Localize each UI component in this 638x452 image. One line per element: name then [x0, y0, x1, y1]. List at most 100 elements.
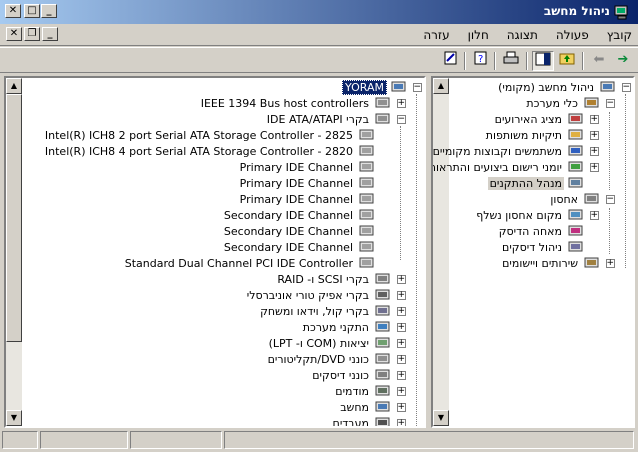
shared-folder-icon	[568, 128, 584, 142]
tree-node[interactable]: + מציג האירועים	[493, 111, 599, 127]
system-device-icon	[375, 320, 391, 334]
menu-item[interactable]: קובץ	[607, 28, 632, 42]
tree-node[interactable]: − אחסון	[548, 191, 615, 207]
scroll-down-arrow-icon[interactable]: ▼	[6, 410, 22, 426]
tree-node[interactable]: + שירותים ויישומים	[500, 255, 615, 271]
tree-node-label: מודמים	[335, 384, 369, 398]
tree-node[interactable]: + התקני מערכת	[301, 319, 406, 335]
toolbar: ➔ ⬅ ?	[0, 47, 638, 73]
tree-node[interactable]: − כלי מערכת	[524, 95, 615, 111]
mdi-close-button[interactable]: ✕	[6, 27, 22, 41]
collapse-icon[interactable]: −	[606, 194, 615, 204]
tree-node[interactable]: − ניהול מחשב (מקומי)	[496, 79, 631, 95]
tree-node[interactable]: + מחשב	[338, 399, 406, 415]
tree-node[interactable]: − YORAM	[342, 79, 422, 95]
tree-node[interactable]: + IEEE 1394 Bus host controllers	[199, 95, 406, 111]
tree-node-label: IEEE 1394 Bus host controllers	[200, 96, 369, 110]
tree-node[interactable]: + כונני דיסקים	[310, 367, 406, 383]
expand-icon[interactable]: +	[397, 290, 406, 300]
tree-node[interactable]: + בקרי אפיק טורי אוניברסלי	[245, 287, 406, 303]
tree-node-label: בקרי אפיק טורי אוניברסלי	[246, 288, 369, 302]
expand-icon[interactable]: +	[397, 274, 406, 284]
expand-icon[interactable]: +	[590, 210, 599, 220]
tree-node[interactable]: Standard Dual Channel PCI IDE Controller	[123, 255, 390, 271]
collapse-icon[interactable]: −	[397, 114, 406, 124]
collapse-icon[interactable]: −	[622, 82, 631, 92]
users-icon	[568, 144, 584, 158]
scroll-thumb[interactable]	[6, 94, 22, 342]
expand-icon[interactable]: +	[397, 370, 406, 380]
up-folder-icon[interactable]	[556, 51, 578, 71]
tree-node[interactable]: + יציאות (COM ו- LPT)	[267, 335, 406, 351]
console-tree-pane[interactable]: ▲ ▼ − ניהול מחשב (מקומי) − כלי מערכת + מציג ה…	[431, 76, 635, 428]
show-hide-tree-icon[interactable]	[532, 51, 554, 71]
device-tree-scrollbar[interactable]: ▲ ▼	[6, 78, 22, 426]
tree-node[interactable]: ניהול דיסקים	[500, 239, 599, 255]
device-tree-pane[interactable]: ▲ ▼ − YORAM + IEEE 1394 Bus host controller…	[4, 76, 426, 428]
tree-node-label: משתמשים וקבוצות מקומיים	[432, 144, 562, 158]
tree-node[interactable]: מאחה הדיסק	[497, 223, 599, 239]
tree-node[interactable]: Secondary IDE Channel	[222, 223, 390, 239]
mdi-minimize-button[interactable]: _	[42, 27, 58, 41]
tree-node[interactable]: + מודמים	[333, 383, 406, 399]
console-tree-scrollbar[interactable]: ▲ ▼	[433, 78, 449, 426]
menu-item[interactable]: עזרה	[423, 28, 449, 42]
expand-icon[interactable]: +	[397, 386, 406, 396]
collapse-icon[interactable]: −	[413, 82, 422, 92]
minimize-button[interactable]: _	[41, 4, 57, 18]
properties-icon[interactable]	[440, 51, 462, 71]
expand-icon[interactable]: +	[590, 114, 599, 124]
tree-node[interactable]: + משתמשים וקבוצות מקומיים	[432, 143, 599, 159]
expand-icon[interactable]: +	[590, 130, 599, 140]
tree-node[interactable]: + מעבדים	[331, 415, 406, 426]
tree-node-label: Standard Dual Channel PCI IDE Controller	[124, 256, 353, 270]
modem-icon	[375, 384, 391, 398]
expand-icon[interactable]: +	[590, 162, 599, 172]
help-icon[interactable]: ?	[470, 51, 492, 71]
expand-icon[interactable]: +	[397, 322, 406, 332]
menu-item[interactable]: תצוגה	[507, 28, 538, 42]
tree-node[interactable]: + יומני רישום ביצועים והתראות	[433, 159, 599, 175]
tree-node[interactable]: Intel(R) ICH8 2 port Serial ATA Storage …	[43, 127, 390, 143]
tree-node[interactable]: Primary IDE Channel	[238, 159, 390, 175]
tree-node[interactable]: + בקרי קול, וידאו ומשחק	[258, 303, 406, 319]
removable-storage-icon	[568, 208, 584, 222]
tree-node-label: Secondary IDE Channel	[223, 224, 353, 238]
expand-icon[interactable]: +	[397, 338, 406, 348]
tree-node[interactable]: Intel(R) ICH8 4 port Serial ATA Storage …	[43, 143, 390, 159]
tree-node[interactable]: Secondary IDE Channel	[222, 239, 390, 255]
forward-arrow-icon[interactable]: ➔	[612, 51, 634, 71]
ide-device-icon	[359, 144, 375, 158]
collapse-icon[interactable]: −	[606, 98, 615, 108]
close-button[interactable]: ✕	[5, 4, 21, 18]
tree-node[interactable]: + תיקיות משותפות	[484, 127, 599, 143]
tree-node[interactable]: Primary IDE Channel	[238, 175, 390, 191]
scroll-up-arrow-icon[interactable]: ▲	[433, 78, 449, 94]
menu-item[interactable]: פעולה	[556, 28, 589, 42]
status-cell	[2, 431, 38, 449]
tree-node[interactable]: מנהל ההתקנים	[487, 175, 599, 191]
tree-node[interactable]: Primary IDE Channel	[238, 191, 390, 207]
scroll-down-arrow-icon[interactable]: ▼	[433, 410, 449, 426]
tree-node[interactable]: + כונני DVD/תקליטורים	[266, 351, 406, 367]
menu-item[interactable]: חלון	[468, 28, 489, 42]
expand-icon[interactable]: +	[397, 418, 406, 426]
computer-management-icon	[614, 5, 628, 20]
expand-icon[interactable]: +	[590, 146, 599, 156]
expand-icon[interactable]: +	[397, 402, 406, 412]
print-icon[interactable]	[500, 51, 522, 71]
device-manager-icon	[568, 176, 584, 190]
mdi-restore-button[interactable]: ❐	[24, 27, 40, 41]
tree-node[interactable]: Secondary IDE Channel	[222, 207, 390, 223]
expand-icon[interactable]: +	[397, 354, 406, 364]
toolbar-separator	[582, 52, 584, 70]
maximize-button[interactable]: □	[24, 4, 40, 18]
tree-node[interactable]: + מקום אחסון נשלף	[474, 207, 599, 223]
back-arrow-icon[interactable]: ⬅	[588, 51, 610, 71]
expand-icon[interactable]: +	[397, 306, 406, 316]
scroll-up-arrow-icon[interactable]: ▲	[6, 78, 22, 94]
expand-icon[interactable]: +	[397, 98, 406, 108]
tree-node[interactable]: − בקרי IDE ATA/ATAPI	[265, 111, 406, 127]
tree-node[interactable]: + בקרי SCSI ו- RAID	[275, 271, 406, 287]
expand-icon[interactable]: +	[606, 258, 615, 268]
